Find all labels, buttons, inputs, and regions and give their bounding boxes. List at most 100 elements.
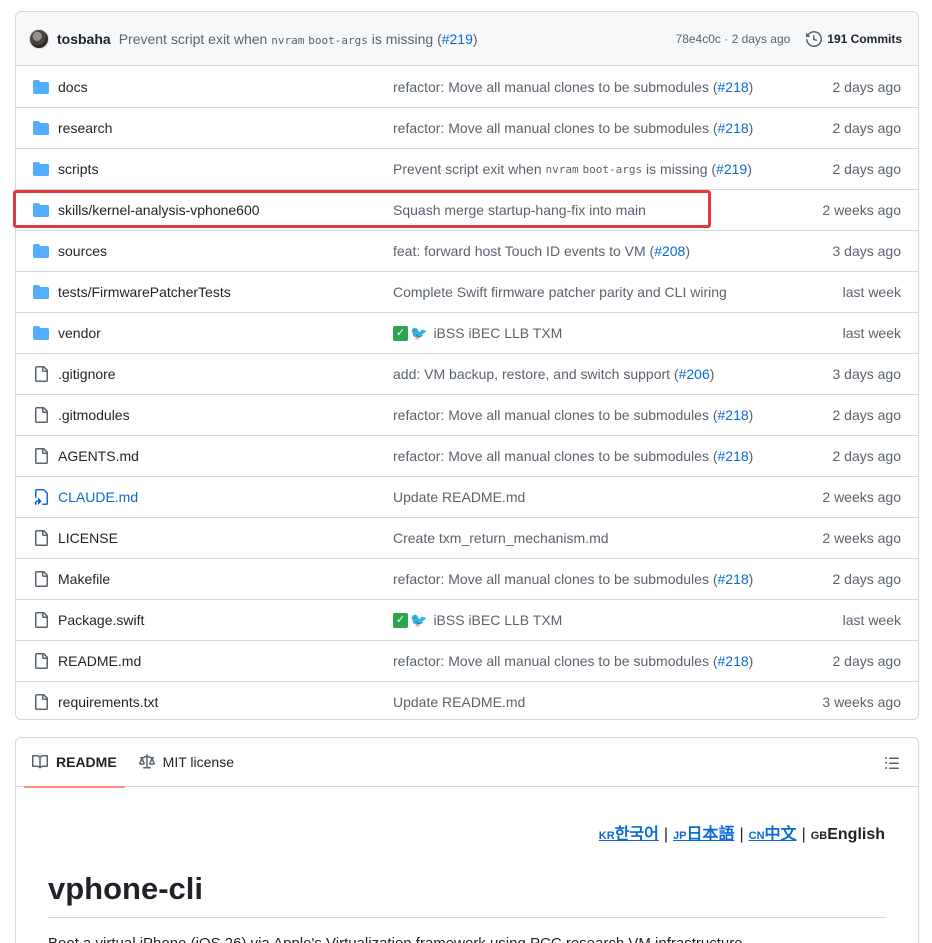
commit-meta[interactable]: 78e4c0c · 2 days ago <box>676 32 791 46</box>
commit-message-link[interactable]: refactor: Move all manual clones to be s… <box>393 448 788 464</box>
commit-age: 2 days ago <box>832 448 902 464</box>
commit-message-link[interactable]: Prevent script exit when nvram boot-args… <box>393 161 788 177</box>
pr-link[interactable]: #218 <box>718 407 749 423</box>
file-row[interactable]: Makefile refactor: Move all manual clones… <box>16 558 918 599</box>
pr-link[interactable]: #218 <box>718 571 749 587</box>
pr-link[interactable]: #219 <box>442 31 473 47</box>
commit-message-link[interactable]: add: VM backup, restore, and switch supp… <box>393 366 788 382</box>
file-name-link[interactable]: tests/FirmwarePatcherTests <box>58 284 393 300</box>
file-row[interactable]: requirements.txt Update README.md 3 weeks … <box>16 681 918 719</box>
file-row[interactable]: tests/FirmwarePatcherTests Complete Swift… <box>16 271 918 312</box>
file-row[interactable]: README.md refactor: Move all manual clone… <box>16 640 918 681</box>
folder-icon <box>16 243 58 259</box>
file-rows: docs refactor: Move all manual clones to … <box>16 66 918 719</box>
file-icon <box>16 653 58 669</box>
book-icon <box>32 754 48 769</box>
pr-link[interactable]: #206 <box>679 366 710 382</box>
file-name-link[interactable]: .gitignore <box>58 366 393 382</box>
folder-icon <box>16 325 58 341</box>
commit-message-link[interactable]: Squash merge startup-hang-fix into main <box>393 202 788 218</box>
pr-link[interactable]: #219 <box>716 161 747 177</box>
commit-message-link[interactable]: ✓ 🐦 iBSS iBEC LLB TXM <box>393 325 788 342</box>
file-row[interactable]: skills/kernel-analysis-vphone600 Squash m… <box>16 189 918 230</box>
file-icon <box>16 366 58 382</box>
file-row[interactable]: AGENTS.md refactor: Move all manual clone… <box>16 435 918 476</box>
folder-icon <box>16 120 58 136</box>
commit-age: 2 days ago <box>832 571 902 587</box>
symlink-file-icon <box>16 489 58 505</box>
commit-age: 2 weeks ago <box>822 530 901 546</box>
commit-age: 2 days ago <box>832 120 902 136</box>
lang-link-kr[interactable]: KR한국어 <box>599 820 659 844</box>
file-icon <box>16 571 58 587</box>
commits-link[interactable]: 191 Commits <box>806 30 902 47</box>
commit-age: 2 days ago <box>832 407 902 423</box>
commit-age: last week <box>842 612 901 628</box>
file-name-link[interactable]: requirements.txt <box>58 694 393 710</box>
file-name-link[interactable]: vendor <box>58 325 393 341</box>
commit-age: 2 days ago <box>832 78 902 95</box>
tab-readme[interactable]: README <box>24 738 125 788</box>
file-row[interactable]: .gitignore add: VM backup, restore, and s… <box>16 353 918 394</box>
readme-title: vphone-cli <box>48 871 886 918</box>
file-row[interactable]: docs refactor: Move all manual clones to … <box>16 66 918 107</box>
commit-age: 2 weeks ago <box>822 489 901 505</box>
commit-message-link[interactable]: feat: forward host Touch ID events to VM… <box>393 243 788 259</box>
file-name-link[interactable]: CLAUDE.md <box>58 489 393 505</box>
lang-link-cn[interactable]: CN中文 <box>749 820 797 844</box>
file-name-link[interactable]: LICENSE <box>58 530 393 546</box>
pr-link[interactable]: #218 <box>718 448 749 464</box>
folder-icon <box>16 161 58 177</box>
lang-link-jp[interactable]: JP日本語 <box>673 820 734 844</box>
file-row[interactable]: vendor ✓ 🐦 iBSS iBEC LLB TXM last week <box>16 312 918 353</box>
commit-message-link[interactable]: refactor: Move all manual clones to be s… <box>393 120 788 136</box>
table-of-contents-button[interactable] <box>884 755 900 774</box>
commit-message-link[interactable]: Complete Swift firmware patcher parity a… <box>393 284 788 300</box>
pr-link[interactable]: #218 <box>718 120 749 136</box>
file-row[interactable]: Package.swift ✓ 🐦 iBSS iBEC LLB TXM last wee… <box>16 599 918 640</box>
lang-current-en: GBEnglish <box>810 826 885 843</box>
file-list: tosbaha Prevent script exit when nvram b… <box>15 11 919 720</box>
file-name-link[interactable]: Makefile <box>58 571 393 587</box>
file-name-link[interactable]: docs <box>58 79 393 95</box>
avatar[interactable] <box>29 28 49 49</box>
latest-commit-message[interactable]: Prevent script exit when nvram boot-args… <box>119 31 478 47</box>
file-name-link[interactable]: .gitmodules <box>58 407 393 423</box>
commit-message-link[interactable]: Create txm_return_mechanism.md <box>393 530 788 546</box>
history-icon <box>806 30 823 47</box>
commit-message-link[interactable]: refactor: Move all manual clones to be s… <box>393 571 788 587</box>
list-unordered-icon <box>885 757 899 769</box>
commit-message-link[interactable]: Update README.md <box>393 489 788 505</box>
file-name-link[interactable]: skills/kernel-analysis-vphone600 <box>58 202 393 218</box>
pr-link[interactable]: #218 <box>718 653 749 669</box>
commit-age: last week <box>842 284 901 300</box>
file-name-link[interactable]: scripts <box>58 161 393 177</box>
pr-link[interactable]: #208 <box>654 243 685 259</box>
folder-icon <box>16 202 58 218</box>
file-row[interactable]: .gitmodules refactor: Move all manual clo… <box>16 394 918 435</box>
file-row[interactable]: LICENSE Create txm_return_mechanism.md 2 w… <box>16 517 918 558</box>
file-icon <box>16 612 58 628</box>
bird-emoji-icon: 🐦 <box>410 611 428 628</box>
commit-message-link[interactable]: refactor: Move all manual clones to be s… <box>393 407 788 423</box>
commit-age: 3 days ago <box>832 366 902 382</box>
file-name-link[interactable]: sources <box>58 243 393 259</box>
file-name-link[interactable]: AGENTS.md <box>58 448 393 464</box>
file-row[interactable]: CLAUDE.md Update README.md 2 weeks ago <box>16 476 918 517</box>
pr-link[interactable]: #218 <box>718 79 749 95</box>
commit-message-link[interactable]: refactor: Move all manual clones to be s… <box>393 79 788 95</box>
commit-message-link[interactable]: ✓ 🐦 iBSS iBEC LLB TXM <box>393 612 788 629</box>
file-row[interactable]: sources feat: forward host Touch ID event… <box>16 230 918 271</box>
bird-emoji-icon: 🐦 <box>410 324 428 341</box>
commit-message-link[interactable]: Update README.md <box>393 694 788 710</box>
commit-author[interactable]: tosbaha <box>57 31 111 47</box>
file-row[interactable]: research refactor: Move all manual clones… <box>16 107 918 148</box>
file-row[interactable]: scripts Prevent script exit when nvram bo… <box>16 148 918 189</box>
file-name-link[interactable]: research <box>58 120 393 136</box>
file-name-link[interactable]: Package.swift <box>58 612 393 628</box>
commit-message-link[interactable]: refactor: Move all manual clones to be s… <box>393 653 788 669</box>
tab-license[interactable]: MIT license <box>131 738 242 787</box>
check-mark-emoji-icon: ✓ <box>393 612 408 628</box>
file-name-link[interactable]: README.md <box>58 653 393 669</box>
commit-age: last week <box>842 325 901 341</box>
